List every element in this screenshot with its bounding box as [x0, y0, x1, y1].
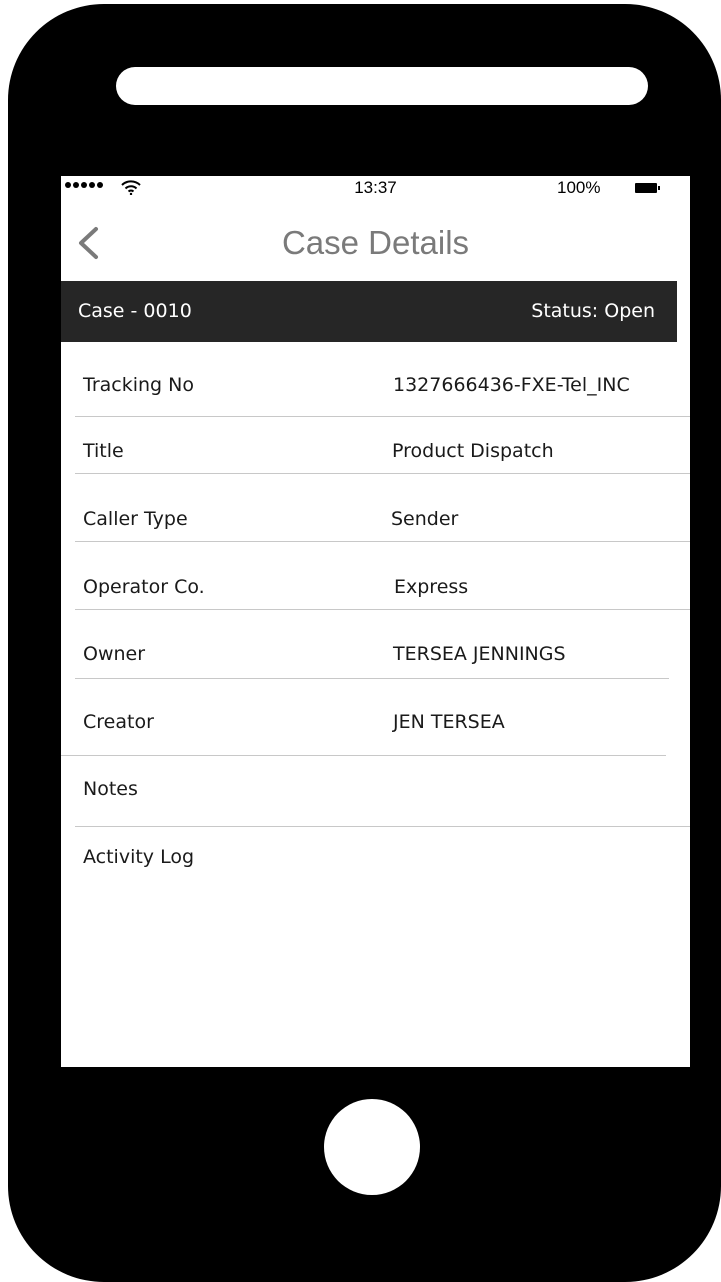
status-bar: 13:37 100%: [61, 176, 690, 204]
field-label: Notes: [83, 778, 138, 800]
divider: [75, 473, 690, 474]
divider: [75, 416, 690, 417]
battery-percent: 100%: [557, 178, 601, 197]
field-label: Title: [83, 440, 124, 462]
field-value: TERSEA JENNINGS: [393, 643, 566, 665]
divider: [75, 826, 690, 827]
speaker-grille: [116, 67, 648, 105]
divider: [75, 541, 690, 542]
field-label: Owner: [83, 643, 146, 665]
divider: [75, 609, 690, 610]
divider: [75, 678, 669, 679]
status-badge: Status: Open: [531, 300, 655, 322]
home-button[interactable]: [324, 1099, 420, 1195]
field-value: 1327666436-FXE-Tel_INC: [393, 374, 630, 396]
phone-frame: 13:37 100% Case Details Case - 0010 Stat…: [8, 4, 721, 1282]
navigation-bar: Case Details: [61, 212, 690, 276]
case-header-bar: Case - 0010 Status: Open: [61, 281, 677, 342]
battery-icon: [635, 183, 657, 193]
app-screen: 13:37 100% Case Details Case - 0010 Stat…: [61, 176, 690, 1067]
case-id: Case - 0010: [78, 300, 192, 322]
field-label: Creator: [83, 711, 154, 733]
field-value: JEN TERSEA: [393, 711, 505, 733]
field-label: Tracking No: [83, 374, 194, 396]
field-label: Caller Type: [83, 508, 188, 530]
field-value: Sender: [391, 508, 459, 530]
divider: [61, 755, 666, 756]
field-label: Activity Log: [83, 846, 195, 868]
field-label: Operator Co.: [83, 576, 205, 598]
battery-tip: [658, 186, 660, 190]
page-title: Case Details: [281, 224, 470, 261]
field-value: Product Dispatch: [392, 440, 554, 462]
field-value: Express: [394, 576, 469, 598]
